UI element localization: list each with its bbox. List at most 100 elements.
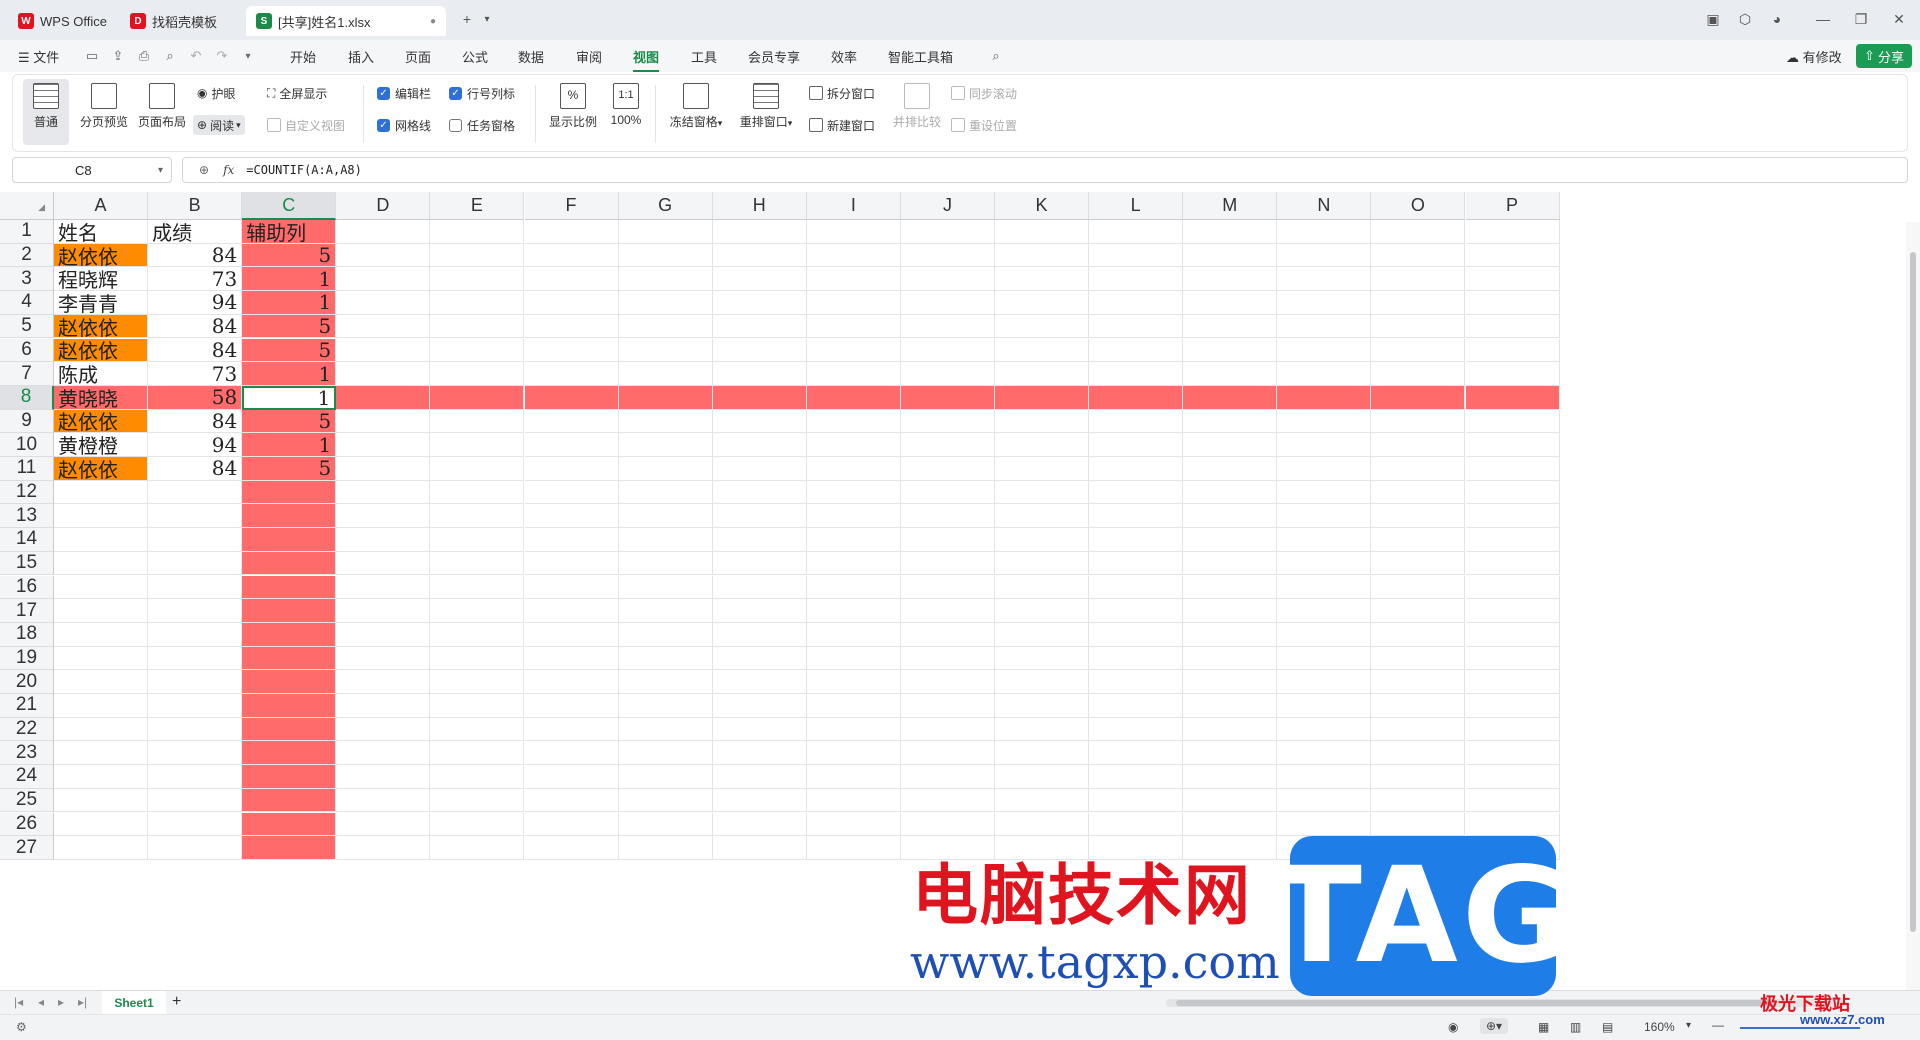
cell-o18[interactable] — [1371, 622, 1466, 647]
cell-k12[interactable] — [995, 480, 1090, 505]
column-header-n[interactable]: N — [1277, 192, 1372, 220]
export-icon[interactable]: ⇪ — [110, 48, 126, 64]
cell-k4[interactable] — [995, 291, 1090, 315]
cell-a25[interactable] — [54, 788, 149, 813]
cell-i9[interactable] — [806, 409, 901, 434]
cell-d6[interactable] — [336, 338, 431, 363]
row-header-1[interactable]: 1 — [0, 220, 54, 244]
cell-p23[interactable] — [1465, 741, 1560, 766]
column-header-c[interactable]: C — [242, 192, 337, 220]
cell-i24[interactable] — [806, 765, 901, 789]
cell-h19[interactable] — [712, 646, 807, 671]
cell-b20[interactable] — [148, 670, 243, 694]
cell-o16[interactable] — [1371, 575, 1466, 600]
cell-b15[interactable] — [148, 551, 243, 576]
cell-j5[interactable] — [900, 314, 995, 339]
cell-j11[interactable] — [900, 457, 995, 481]
custom-view-button[interactable]: 自定义视图 — [267, 115, 345, 135]
cell-g21[interactable] — [618, 694, 713, 718]
cell-p1[interactable] — [1465, 220, 1560, 244]
cell-o11[interactable] — [1371, 457, 1466, 481]
cell-e15[interactable] — [430, 551, 525, 576]
cell-k9[interactable] — [995, 409, 1090, 434]
cell-d23[interactable] — [336, 741, 431, 766]
cell-k1[interactable] — [995, 220, 1090, 244]
eye-care-button[interactable]: ◉ 护眼 — [197, 83, 236, 103]
cell-e2[interactable] — [430, 243, 525, 268]
menu-efficiency[interactable]: 效率 — [831, 47, 857, 66]
cell-i20[interactable] — [806, 670, 901, 694]
cell-f26[interactable] — [524, 812, 619, 837]
cell-m20[interactable] — [1183, 670, 1278, 694]
cell-j16[interactable] — [900, 575, 995, 600]
cell-i12[interactable] — [806, 480, 901, 505]
cell-o23[interactable] — [1371, 741, 1466, 766]
cell-b10[interactable]: 94 — [148, 433, 243, 457]
cell-l11[interactable] — [1089, 457, 1184, 481]
cell-i23[interactable] — [806, 741, 901, 766]
tab-wps-office[interactable]: W WPS Office — [8, 6, 118, 36]
cell-f20[interactable] — [524, 670, 619, 694]
menu-member[interactable]: 会员专享 — [748, 47, 800, 66]
cell-b17[interactable] — [148, 599, 243, 623]
cell-i16[interactable] — [806, 575, 901, 600]
cell-g11[interactable] — [618, 457, 713, 481]
cell-i4[interactable] — [806, 291, 901, 315]
column-header-g[interactable]: G — [618, 192, 713, 220]
cell-m26[interactable] — [1183, 812, 1278, 837]
cell-f1[interactable] — [524, 220, 619, 244]
more-chevron-icon[interactable]: ▾ — [240, 48, 256, 64]
cell-n3[interactable] — [1277, 267, 1372, 292]
cell-d7[interactable] — [336, 362, 431, 386]
cell-p11[interactable] — [1465, 457, 1560, 481]
cell-j9[interactable] — [900, 409, 995, 434]
cell-k3[interactable] — [995, 267, 1090, 292]
cell-b2[interactable]: 84 — [148, 243, 243, 268]
file-menu[interactable]: ☰ 文件 — [18, 47, 59, 66]
cell-m10[interactable] — [1183, 433, 1278, 457]
cell-c19[interactable] — [242, 646, 337, 671]
next-sheet-icon[interactable]: ▸ — [58, 995, 64, 1009]
cell-l4[interactable] — [1089, 291, 1184, 315]
cell-k21[interactable] — [995, 694, 1090, 718]
cell-a23[interactable] — [54, 741, 149, 766]
cell-k2[interactable] — [995, 243, 1090, 268]
cell-p5[interactable] — [1465, 314, 1560, 339]
cell-b16[interactable] — [148, 575, 243, 600]
cell-n15[interactable] — [1277, 551, 1372, 576]
new-window-button[interactable]: 新建窗口 — [809, 115, 875, 135]
cube-icon[interactable]: ⬡ — [1734, 8, 1756, 30]
column-header-e[interactable]: E — [430, 192, 525, 220]
cell-o7[interactable] — [1371, 362, 1466, 386]
cell-g13[interactable] — [618, 504, 713, 529]
cell-g24[interactable] — [618, 765, 713, 789]
cell-b1[interactable]: 成绩 — [148, 220, 243, 244]
cell-f4[interactable] — [524, 291, 619, 315]
cell-k13[interactable] — [995, 504, 1090, 529]
cell-e21[interactable] — [430, 694, 525, 718]
cell-f25[interactable] — [524, 788, 619, 813]
cell-d8[interactable] — [336, 385, 431, 410]
cell-h17[interactable] — [712, 599, 807, 623]
cell-o25[interactable] — [1371, 788, 1466, 813]
cell-o12[interactable] — [1371, 480, 1466, 505]
cell-m12[interactable] — [1183, 480, 1278, 505]
cell-h4[interactable] — [712, 291, 807, 315]
cell-m11[interactable] — [1183, 457, 1278, 481]
row-header-3[interactable]: 3 — [0, 267, 54, 292]
cell-i22[interactable] — [806, 717, 901, 742]
cell-k20[interactable] — [995, 670, 1090, 694]
cell-d15[interactable] — [336, 551, 431, 576]
row-header-27[interactable]: 27 — [0, 836, 54, 860]
cell-k11[interactable] — [995, 457, 1090, 481]
cell-m13[interactable] — [1183, 504, 1278, 529]
cell-c24[interactable] — [242, 765, 337, 789]
cell-j6[interactable] — [900, 338, 995, 363]
cell-k10[interactable] — [995, 433, 1090, 457]
row-header-18[interactable]: 18 — [0, 622, 54, 647]
cell-e4[interactable] — [430, 291, 525, 315]
cell-l15[interactable] — [1089, 551, 1184, 576]
cell-i10[interactable] — [806, 433, 901, 457]
cell-n7[interactable] — [1277, 362, 1372, 386]
column-header-p[interactable]: P — [1465, 192, 1560, 220]
